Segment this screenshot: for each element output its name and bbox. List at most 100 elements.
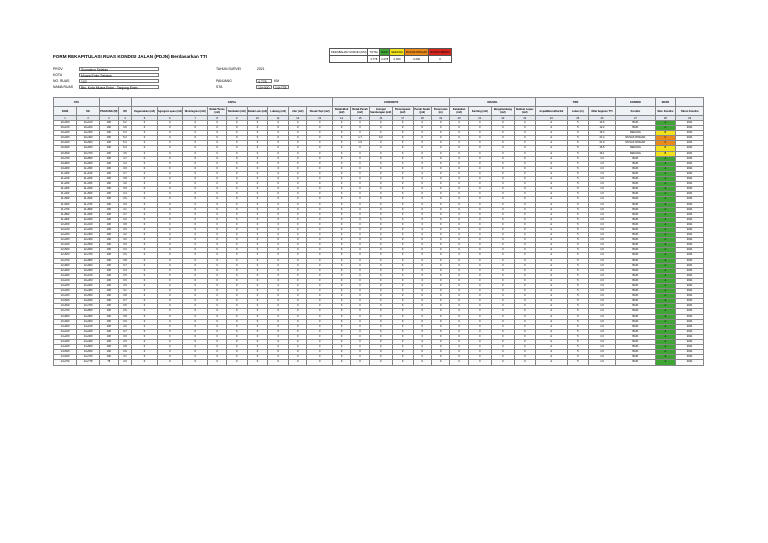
table-cell[interactable]: 14+778 [76,359,101,366]
table-cell[interactable]: 0 [513,359,536,366]
table-cell[interactable]: 0 [246,359,269,366]
condition-table: STA ASPAL CONCRETE GRAVEL TIPE KONDISI S… [52,97,704,366]
column-header: Lebar (m) [566,106,589,116]
table-cell[interactable]: 0 [306,359,333,366]
group-concrete: CONCRETE [331,97,451,107]
summary-header-row: PERUBAHAN SURVEI (KM) TOTAL BAIK SEDANG RUSA… [328,48,452,56]
column-header: Retak Tunas (m2) [207,106,227,116]
summary-header-cell: RUSAK RINGAN [403,48,430,56]
table-cell[interactable]: 0 [288,359,308,366]
table-cell[interactable]: 2021 [675,359,704,366]
table-cell[interactable]: 5 [566,359,589,366]
summary-value-cell[interactable]: 4.278 [379,55,391,63]
summary-header-cell: BAIK [379,48,391,56]
tahun-value: 2021 [257,67,265,71]
column-header: Retak Lain (m2) [246,106,269,116]
tahun-label: TAHUN SURVEI [216,67,241,71]
table-cell[interactable]: 14+700 [52,359,78,366]
column-header: Skor Kondisi [654,106,677,116]
summary-header-cell: TOTAL [367,48,381,56]
table-cell[interactable]: 0 [449,359,469,366]
column-header: Kegemukan (m2) [131,106,158,116]
table-cell[interactable]: A [654,359,677,366]
column-header: DARI [52,106,78,116]
column-header: Penurunan (m) [430,106,451,116]
table-cell[interactable]: 0 [490,359,515,366]
table-cell[interactable]: 0 [467,359,492,366]
column-header: Kondisi [615,106,656,116]
column-header: Nilai Segmen TTI [587,106,617,116]
group-skor: SKOR [654,97,677,107]
info-label: NAMA RUAS [53,85,73,89]
column-header: Tahun Kondisi [675,106,704,116]
column-header: Agregat Lepas (m2) [156,106,184,116]
column-header: KE [76,106,101,116]
column-header: Retak Blok (m2) [331,106,352,116]
column-header: Retak Pecah (m2) [350,106,370,116]
info-row: NAMA RUAS Bts. Kota Muara Enim - Tanjung … [53,84,159,90]
panjang-unit: KM [274,79,280,83]
column-header: Butiran Lepas (m2) [513,106,536,116]
info-value[interactable]: Muara Enim Selatan [79,73,159,78]
panjang-label: PANJANG [216,79,232,83]
summary-value-cell[interactable]: 0.300 [389,55,405,63]
table-cell[interactable]: 0 [331,359,352,366]
sta-to[interactable]: 14+778 [273,85,289,90]
table-cell[interactable]: A [534,359,568,366]
column-header: PANJANG (M) [99,106,119,116]
condition-summary: PERUBAHAN SURVEI (KM) TOTAL BAIK SEDANG RUSA… [328,48,452,63]
group-gravel: GRAVEL [449,97,536,107]
table-cell[interactable]: 78 [99,359,119,366]
column-header: Bergelombang (m2) [490,106,515,116]
column-header: Disintegrasi (m2) [182,106,209,116]
table-cell[interactable]: BAIK [615,359,656,366]
column-header: Tambalan (m2) [225,106,248,116]
panjang-value[interactable]: 4.778 [256,79,272,84]
table-cell[interactable]: 0 [156,359,184,366]
column-header: Lubang (m2) [267,106,290,116]
group-header-row: STA ASPAL CONCRETE GRAVEL TIPE KONDISI S… [52,97,704,107]
table-cell[interactable]: 0 [350,359,370,366]
table-cell[interactable]: 0 [131,359,158,366]
table-cell[interactable]: 0 [182,359,209,366]
column-header: Keriting (m2) [467,106,492,116]
summary-value-cell[interactable]: 4.778 [367,55,381,63]
table-cell[interactable]: 0 [225,359,248,366]
sta-from[interactable]: 10+000 [256,85,272,90]
table-cell[interactable]: 0 [412,359,432,366]
column-header: Pecah Sudut (jml) [412,106,432,116]
column-header: Gompal Sambungan (m2) [368,106,393,116]
column-header: Ketebalan (m2) [449,106,469,116]
summary-value-cell[interactable] [328,55,369,63]
info-value[interactable]: Bts. Kota Muara Enim - Tanjung Enim [79,85,159,90]
road-info: PROV Sumatera Selatan KOTA Muara Enim Sela… [53,66,159,90]
summary-value-row: 4.778 4.278 0.300 0.200 0 [328,55,452,63]
table-cell[interactable]: 0 [430,359,451,366]
table-body: 10+000 10+100 100 6.2 0 0 0 0 0 0 0 0 0 0 0 0 0 0 0 0 0 0 0 A 5 1… [52,119,704,366]
info-value[interactable]: Sumatera Selatan [79,67,159,72]
table-cell[interactable]: 0 [207,359,227,366]
sta-label: STA [216,85,223,89]
group-tipe: TIPE [534,97,617,107]
survey-info: TAHUN SURVEI 2021 PANJANG 4.778 KM STA 10+00… [216,66,290,90]
column-header: IRI [117,106,133,116]
table-cell[interactable]: 0 [267,359,290,366]
column-header-row: DARI KE PANJANG (M) IRI Kegemukan (m2) Agrega… [52,106,704,116]
info-value[interactable]: 102 [79,79,159,84]
table-cell[interactable]: 0 [391,359,414,366]
summary-header-cell: RUSAK BERAT [428,48,452,56]
table-cell[interactable]: 0 [368,359,393,366]
column-header: Alur (m2) [288,106,308,116]
group-sta: STA [52,97,101,107]
group-aspal: ASPAL [131,97,333,107]
column-header: Aspal/Beton/Kerikil [534,106,568,116]
table-cell[interactable]: 1.6 [587,359,617,366]
group-kondisi: KONDISI [615,97,656,107]
column-header: Pemompaan (m2) [391,106,414,116]
table-cell[interactable]: 4.0 [117,359,133,366]
summary-value-cell[interactable]: 0 [428,55,452,63]
column-header: Rusak Tepi (m2) [306,106,333,116]
summary-value-cell[interactable]: 0.200 [403,55,430,63]
summary-header-cell: SEDANG [389,48,405,56]
summary-header-cell: PERUBAHAN SURVEI (KM) [328,48,369,56]
